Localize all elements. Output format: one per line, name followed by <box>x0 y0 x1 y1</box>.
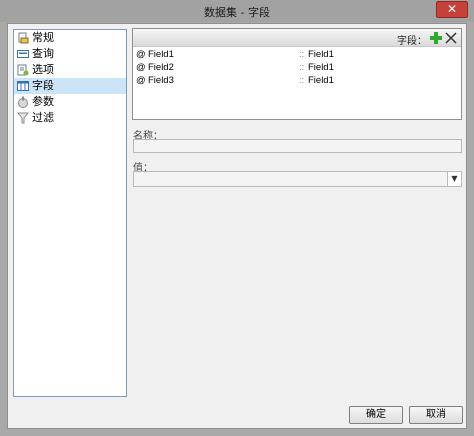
fields-toolbar: 字段： <box>133 29 461 47</box>
value-dropdown[interactable]: ▼ <box>133 171 462 187</box>
field-separator: :: <box>299 49 305 60</box>
nav-item-filter[interactable]: 过滤 <box>14 110 126 126</box>
title-bar[interactable]: 数据集 - 字段 ✕ <box>0 0 474 22</box>
filter-icon <box>17 112 29 124</box>
nav-item-label: 常规 <box>32 31 54 44</box>
field-separator: :: <box>299 75 305 86</box>
cancel-button[interactable]: 取消 <box>409 406 463 424</box>
query-icon <box>17 50 29 58</box>
field-at-symbol: @ <box>136 49 146 60</box>
category-list[interactable]: 常规 查询 选项 字段 参数 过滤 <box>13 29 127 397</box>
nav-item-label: 选项 <box>32 63 54 76</box>
field-row[interactable]: @ Field2 :: Field1 <box>133 61 461 74</box>
nav-item-options[interactable]: 选项 <box>14 62 126 78</box>
nav-item-label: 查询 <box>32 47 54 60</box>
field-row[interactable]: @ Field3 :: Field1 <box>133 74 461 87</box>
dialog-window: 数据集 - 字段 ✕ 常规 查询 选项 字段 参数 过滤 字段： @ Field… <box>0 0 474 436</box>
nav-item-label: 参数 <box>32 95 54 108</box>
plus-icon[interactable] <box>429 31 443 45</box>
nav-item-label: 字段 <box>32 79 54 92</box>
field-at-symbol: @ <box>136 62 146 73</box>
close-icon[interactable] <box>444 31 458 45</box>
parameters-icon <box>18 96 28 108</box>
field-source: Field1 <box>308 49 334 60</box>
fields-list-panel: 字段： @ Field1 :: Field1 @ Field2 :: Field… <box>132 28 462 120</box>
ok-button[interactable]: 确定 <box>349 406 403 424</box>
nav-item-general[interactable]: 常规 <box>14 30 126 46</box>
field-name: Field3 <box>148 75 174 86</box>
fields-toolbar-label: 字段： <box>397 36 427 47</box>
chevron-down-icon[interactable]: ▼ <box>447 172 461 186</box>
fields-icon <box>17 81 29 91</box>
close-window-button[interactable]: ✕ <box>436 1 468 18</box>
general-icon <box>18 32 29 44</box>
nav-item-label: 过滤 <box>32 111 54 124</box>
field-row[interactable]: @ Field1 :: Field1 <box>133 48 461 61</box>
field-source: Field1 <box>308 62 334 73</box>
options-icon <box>17 64 29 76</box>
field-at-symbol: @ <box>136 75 146 86</box>
nav-item-fields[interactable]: 字段 <box>14 78 126 94</box>
name-field[interactable] <box>133 139 462 153</box>
field-name: Field1 <box>148 49 174 60</box>
dialog-body: 常规 查询 选项 字段 参数 过滤 字段： @ Field1:: Field1… <box>7 23 467 429</box>
field-name: Field2 <box>148 62 174 73</box>
nav-item-parameters[interactable]: 参数 <box>14 94 126 110</box>
field-source: Field1 <box>308 75 334 86</box>
window-title: 数据集 - 字段 <box>204 6 270 19</box>
field-separator: :: <box>299 62 305 73</box>
nav-item-query[interactable]: 查询 <box>14 46 126 62</box>
